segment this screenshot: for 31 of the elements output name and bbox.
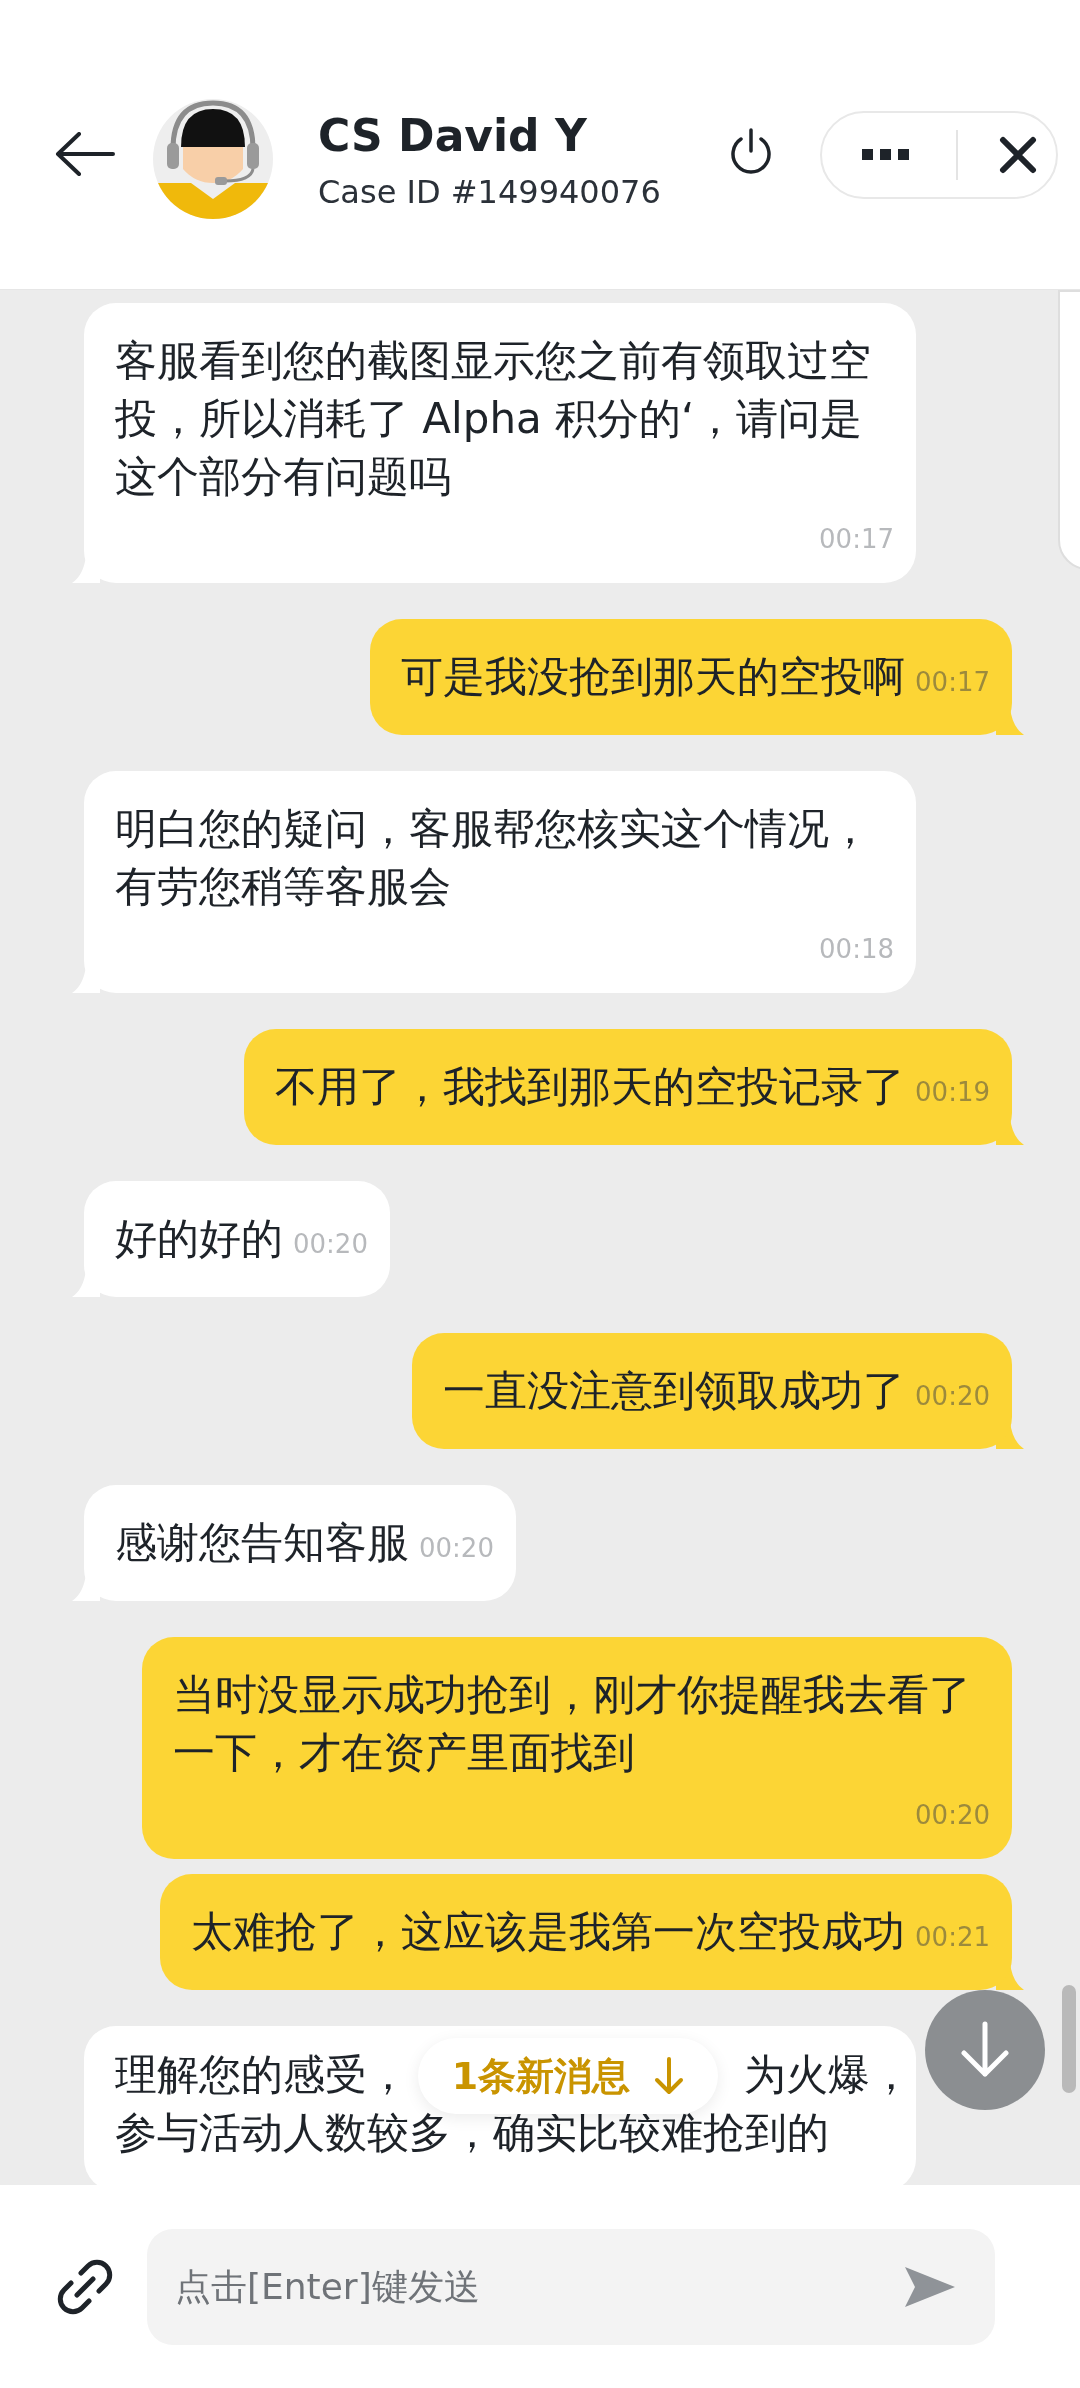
back-icon[interactable] — [55, 132, 115, 176]
message-text: 一直没注意到领取成功了 — [443, 1365, 906, 1417]
close-icon[interactable] — [999, 136, 1037, 174]
message-time: 00:21 — [914, 1922, 990, 1952]
message-time: 00:17 — [818, 524, 894, 554]
message-time: 00:17 — [914, 667, 990, 697]
power-icon[interactable] — [728, 127, 774, 177]
message-text: 感谢您告知客服 — [115, 1517, 409, 1569]
message-time: 00:20 — [418, 1533, 494, 1563]
down-arrow-icon — [654, 2056, 685, 2096]
message-time: 00:20 — [292, 1229, 368, 1259]
message-text: 为火爆， — [744, 2049, 912, 2101]
message-input-field[interactable]: 点击[Enter]键发送 — [147, 2228, 995, 2345]
message-time: 00:18 — [818, 934, 894, 964]
message-text: 好的好的 — [115, 1213, 283, 1265]
down-arrow-icon — [958, 2020, 1012, 2080]
message-text: 理解您的感受， — [115, 2049, 409, 2101]
message-text: 当时没显示成功抢到，刚才你提醒我去看了一下，才在资产里面找到 — [173, 1669, 972, 1779]
agent-name: CS David Y — [318, 110, 588, 161]
message-text: 可是我没抢到那天的空投啊 — [401, 651, 906, 703]
more-icon[interactable] — [862, 149, 910, 161]
new-messages-button[interactable]: 1条新消息 — [418, 2038, 718, 2114]
message-text: 客服看到您的截图显示您之前有领取过空投，所以消耗了 Alpha 积分的‘，请问是这个部分有问题吗 — [115, 335, 872, 503]
message-time: 00:20 — [914, 1381, 990, 1411]
message-text: 不用了，我找到那天的空投记录了 — [275, 1061, 906, 1113]
message-time: 00:20 — [914, 1800, 990, 1830]
case-id: Case ID #149940076 — [318, 173, 661, 211]
message-text: 太难抢了，这应该是我第一次空投成功 — [191, 1906, 906, 1958]
message-time: 00:19 — [914, 1077, 990, 1107]
message-text: 明白您的疑问，客服帮您核实这个情况，有劳您稍等客服会 — [115, 803, 872, 913]
send-icon[interactable] — [903, 2264, 957, 2309]
